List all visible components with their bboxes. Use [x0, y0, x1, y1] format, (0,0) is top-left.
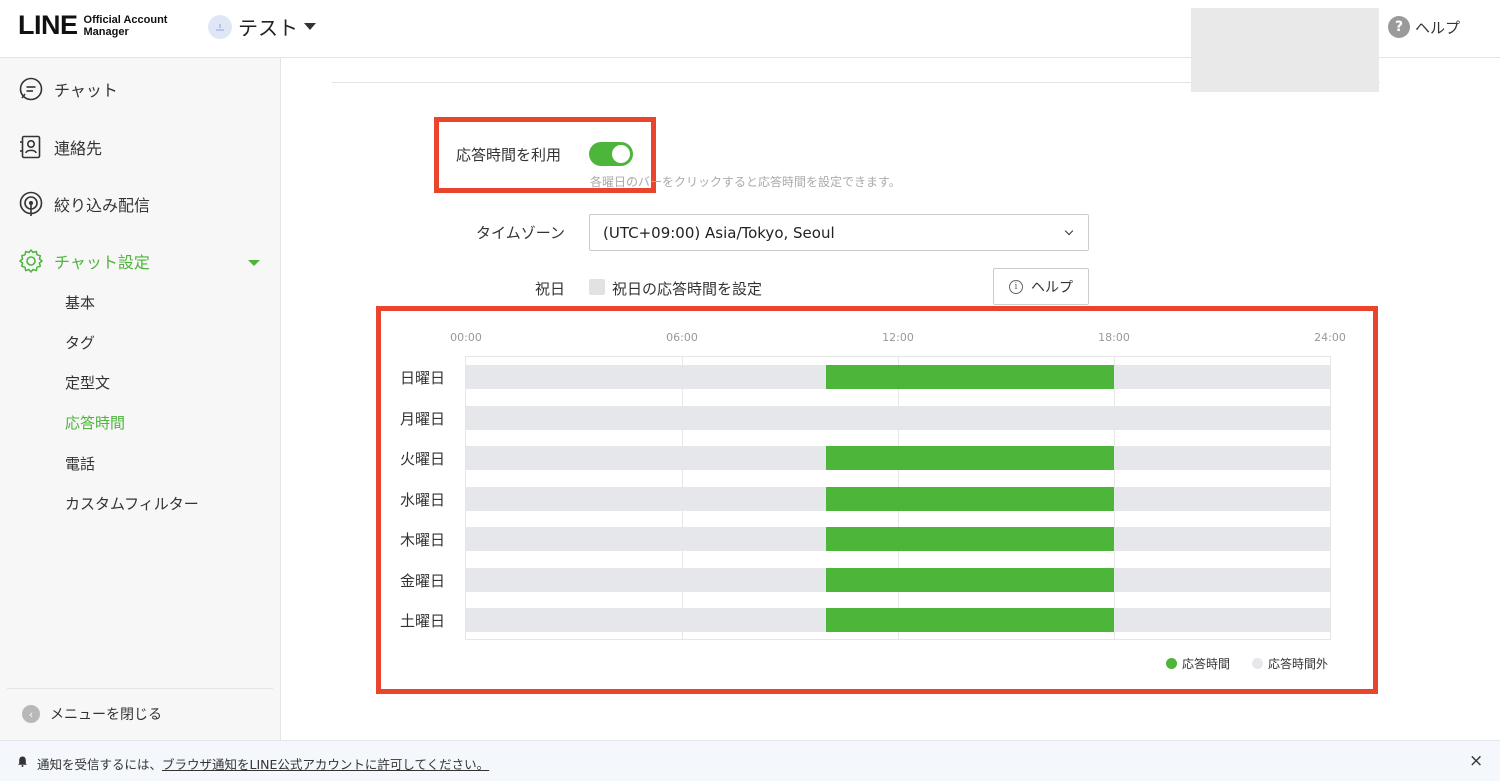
sidebar-subitem-phone[interactable]: 電話	[65, 453, 95, 474]
broadcast-icon	[19, 191, 43, 216]
response-time-bar[interactable]	[826, 446, 1114, 470]
legend-label-off: 応答時間外	[1268, 657, 1329, 671]
chat-bubble-icon	[19, 77, 43, 101]
close-menu-label: メニューを閉じる	[50, 707, 162, 723]
legend-dot-on	[1166, 658, 1177, 669]
legend-item-on: 応答時間	[1166, 655, 1230, 672]
caret-down-icon	[304, 23, 316, 30]
close-menu-button[interactable]: ‹ メニューを閉じる	[22, 704, 162, 724]
day-label: 日曜日	[400, 369, 446, 387]
logo-sub-text: Official Account Manager	[84, 14, 168, 38]
account-name: テスト	[238, 16, 298, 40]
x-tick-label: 00:00	[450, 331, 482, 344]
use-response-time-label: 応答時間を利用	[456, 146, 562, 164]
sidebar-subitem-templates[interactable]: 定型文	[65, 372, 110, 393]
day-label: 火曜日	[400, 450, 446, 468]
legend-dot-off	[1252, 658, 1263, 669]
sidebar-item-label: チャット	[54, 81, 118, 100]
day-label: 水曜日	[400, 490, 446, 509]
toggle-knob	[612, 145, 630, 163]
notification-permission-link[interactable]: ブラウザ通知をLINE公式アカウントに許可してください。	[162, 757, 489, 772]
response-time-bar[interactable]	[826, 608, 1114, 632]
day-bar[interactable]	[466, 405, 1330, 430]
sidebar-subitem-basic[interactable]: 基本	[65, 292, 95, 313]
account-avatar-icon	[208, 14, 232, 39]
sidebar-subitem-response-time[interactable]: 応答時間	[65, 412, 125, 433]
x-tick-label: 18:00	[1098, 331, 1130, 344]
contacts-icon	[20, 135, 41, 159]
notification-bar: 通知を受信するには、ブラウザ通知をLINE公式アカウントに許可してください。 ×	[0, 740, 1500, 781]
holiday-label: 祝日	[534, 280, 565, 298]
response-time-bar[interactable]	[826, 527, 1114, 551]
x-tick-label: 06:00	[666, 331, 698, 344]
logo-sub-line1: Official Account	[83, 13, 168, 26]
sidebar-subitem-tags[interactable]: タグ	[65, 332, 95, 353]
help-button[interactable]: i ヘルプ	[993, 268, 1089, 305]
timezone-select[interactable]: (UTC+09:00) Asia/Tokyo, Seoul	[589, 214, 1089, 251]
day-label: 金曜日	[400, 571, 446, 590]
legend-item-off: 応答時間外	[1252, 655, 1328, 672]
timezone-label: タイムゾーン	[476, 224, 565, 242]
line-oa-logo[interactable]: LINE Official Account Manager	[18, 10, 167, 41]
holiday-checkbox[interactable]	[589, 279, 605, 295]
day-label: 土曜日	[400, 612, 446, 630]
divider	[7, 688, 273, 689]
hint-text: 各曜日のバーをクリックすると応答時間を設定できます。	[590, 175, 901, 189]
sidebar: チャット 連絡先 絞り込み配信 チャット設定 基本 タグ 定型文 応答時間 電話…	[0, 58, 281, 740]
header-help-link[interactable]: ? ヘルプ	[1388, 16, 1460, 38]
chevron-left-icon: ‹	[22, 705, 40, 723]
sidebar-item-label: 連絡先	[54, 139, 103, 158]
sidebar-item-broadcast[interactable]: 絞り込み配信	[18, 191, 150, 217]
response-time-toggle[interactable]	[589, 142, 633, 166]
close-icon[interactable]: ×	[1469, 751, 1483, 771]
sidebar-subitem-custom-filter[interactable]: カスタムフィルター	[65, 493, 199, 514]
day-label: 月曜日	[400, 409, 446, 428]
sidebar-item-chat[interactable]: チャット	[18, 76, 118, 102]
bell-icon	[18, 756, 27, 767]
x-tick-label: 12:00	[882, 331, 914, 344]
logo-sub-line2: Manager	[83, 25, 129, 38]
redacted-block	[1191, 8, 1379, 92]
question-icon: ?	[1388, 16, 1410, 38]
account-switcher[interactable]: テスト	[208, 12, 316, 41]
caret-down-icon[interactable]	[248, 260, 260, 266]
day-label: 木曜日	[400, 531, 446, 549]
sidebar-item-label: 絞り込み配信	[54, 196, 151, 215]
help-button-label: ヘルプ	[1031, 279, 1073, 296]
holiday-checkbox-label[interactable]: 祝日の応答時間を設定	[612, 278, 762, 299]
response-time-bar[interactable]	[826, 486, 1114, 511]
sidebar-item-contacts[interactable]: 連絡先	[18, 134, 102, 160]
response-time-bar[interactable]	[826, 365, 1114, 389]
legend-label-on: 応答時間	[1182, 657, 1231, 671]
gear-icon	[19, 249, 43, 273]
notification-text: 通知を受信するには、ブラウザ通知をLINE公式アカウントに許可してください。	[37, 754, 489, 773]
info-icon: i	[1009, 279, 1023, 294]
sidebar-item-label: チャット設定	[54, 253, 150, 272]
sidebar-item-chat-settings[interactable]: チャット設定	[18, 248, 150, 274]
header-help-label: ヘルプ	[1415, 18, 1461, 37]
timezone-value: (UTC+09:00) Asia/Tokyo, Seoul	[603, 224, 835, 242]
logo-main-text: LINE	[18, 10, 78, 40]
chevron-down-icon	[1064, 226, 1074, 236]
notification-text-before: 通知を受信するには、	[37, 757, 163, 772]
x-tick-label: 24:00	[1314, 331, 1346, 344]
response-time-bar[interactable]	[826, 567, 1114, 592]
